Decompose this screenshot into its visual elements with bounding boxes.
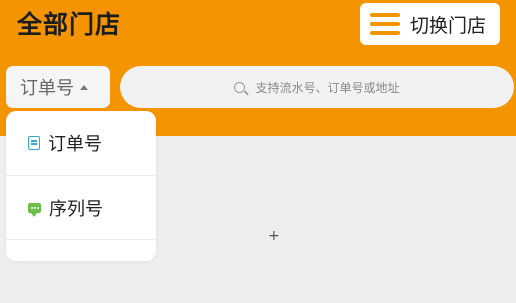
- search-input[interactable]: 支持流水号、订单号或地址: [120, 66, 514, 108]
- chat-bubble-icon: [28, 202, 41, 217]
- dropdown-item-order-number[interactable]: 订单号: [6, 111, 156, 175]
- search-placeholder: 支持流水号、订单号或地址: [255, 80, 400, 95]
- dropdown-item-serial-number[interactable]: 序列号: [6, 175, 156, 239]
- dropdown-item-label: 序列号: [49, 198, 103, 220]
- search-type-select[interactable]: 订单号: [6, 66, 110, 108]
- caret-up-icon: [80, 85, 88, 90]
- dropdown-item-partial[interactable]: [6, 239, 156, 303]
- menu-icon: [370, 13, 400, 35]
- switch-store-button[interactable]: 切换门店: [360, 3, 500, 45]
- page-title: 全部门店: [17, 10, 122, 39]
- document-icon: [28, 136, 40, 150]
- switch-store-label: 切换门店: [410, 14, 487, 37]
- plus-marker: +: [268, 228, 280, 244]
- search-type-dropdown: 订单号 序列号: [6, 111, 156, 261]
- search-type-label: 订单号: [20, 78, 74, 99]
- search-icon: [234, 81, 246, 93]
- dropdown-item-label: 订单号: [48, 134, 102, 155]
